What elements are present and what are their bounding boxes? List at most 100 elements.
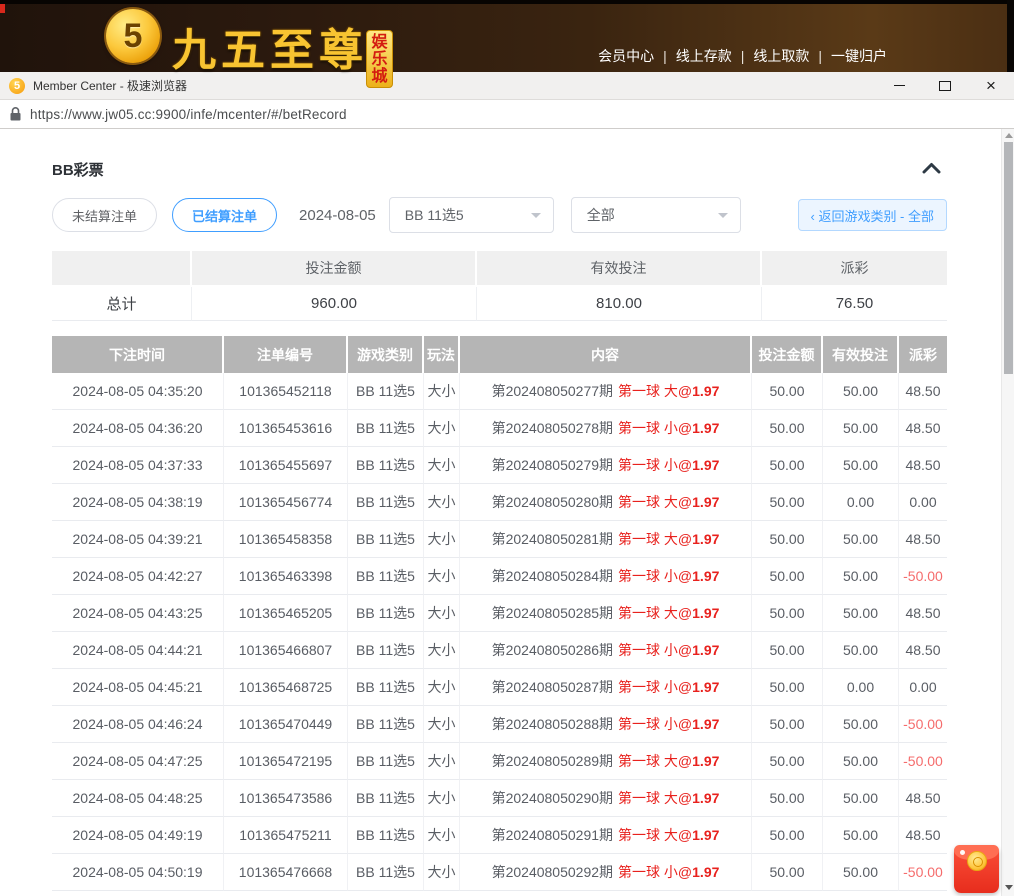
payout-cell: 48.50 — [899, 817, 947, 854]
bet-period: 第202408050290期 — [492, 790, 613, 806]
payout-cell: 48.50 — [899, 410, 947, 447]
bet-odds: 1.97 — [692, 605, 719, 621]
content-cell: 第202408050280期第一球 大@1.97 — [460, 484, 752, 521]
tab-settled-bets[interactable]: 已结算注单 — [172, 198, 277, 232]
chevron-down-icon — [718, 213, 728, 218]
game-category-cell: BB 11选5 — [348, 373, 424, 410]
payout-cell: 48.50 — [899, 447, 947, 484]
nav-one-key-transfer[interactable]: 一键归户 — [831, 48, 887, 64]
lock-icon — [10, 107, 21, 121]
bet-pick: 第一球 小@ — [618, 716, 692, 732]
col-play-type: 玩法 — [424, 336, 460, 373]
bet-time-cell: 2024-08-05 04:46:24 — [52, 706, 224, 743]
gold-coin-icon — [967, 851, 987, 871]
screen: 5 九五至尊 娱乐城 会员中心|线上存款|线上取款|一键归户 5 Member … — [0, 0, 1014, 896]
summary-total-row: 总计 960.00 810.00 76.50 — [52, 287, 947, 321]
site-logo-title: 九五至尊 — [172, 14, 368, 78]
payout-cell: 48.50 — [899, 373, 947, 410]
col-valid-bet: 有效投注 — [823, 336, 899, 373]
play-type-cell: 大小 — [424, 780, 460, 817]
red-notch — [0, 4, 5, 13]
logo-number: 5 — [124, 17, 143, 56]
bet-id-cell: 101365476668 — [224, 854, 348, 891]
minimize-button[interactable] — [876, 72, 922, 99]
bet-period: 第202408050278期 — [492, 420, 613, 436]
tab-unsettled-bets[interactable]: 未结算注单 — [52, 198, 157, 232]
scroll-up-icon[interactable] — [1005, 133, 1013, 138]
summary-header-bet-amount: 投注金额 — [192, 251, 477, 287]
game-select[interactable]: BB 11选5 — [389, 197, 554, 233]
game-category-cell: BB 11选5 — [348, 484, 424, 521]
bet-id-cell: 101365458358 — [224, 521, 348, 558]
bet-id-cell: 101365470449 — [224, 706, 348, 743]
play-type-cell: 大小 — [424, 632, 460, 669]
bet-amount-cell: 50.00 — [752, 854, 823, 891]
play-type-cell: 大小 — [424, 854, 460, 891]
panel-title: BB彩票 — [52, 162, 104, 179]
bet-pick: 第一球 大@ — [618, 827, 692, 843]
game-category-cell: BB 11选5 — [348, 780, 424, 817]
playtype-select[interactable]: 全部 — [571, 197, 741, 233]
valid-bet-cell: 0.00 — [823, 484, 899, 521]
bet-odds: 1.97 — [692, 716, 719, 732]
date-picker-value[interactable]: 2024-08-05 — [299, 207, 376, 224]
nav-separator: | — [663, 48, 667, 64]
maximize-icon — [939, 81, 951, 91]
content-cell: 第202408050278期第一球 小@1.97 — [460, 410, 752, 447]
scroll-down-icon[interactable] — [1005, 885, 1013, 890]
bet-pick: 第一球 小@ — [618, 420, 692, 436]
bet-time-cell: 2024-08-05 04:50:19 — [52, 854, 224, 891]
bet-amount-cell: 50.00 — [752, 780, 823, 817]
close-button[interactable]: × — [968, 72, 1014, 99]
valid-bet-cell: 50.00 — [823, 706, 899, 743]
browser-titlebar: 5 Member Center - 极速浏览器 × — [0, 72, 1014, 100]
bet-id-cell: 101365475211 — [224, 817, 348, 854]
game-category-cell: BB 11选5 — [348, 521, 424, 558]
browser-urlbar: https://www.jw05.cc:9900/infe/mcenter/#/… — [0, 100, 1014, 129]
bet-amount-cell: 50.00 — [752, 669, 823, 706]
payout-cell: 48.50 — [899, 595, 947, 632]
bet-time-cell: 2024-08-05 04:37:33 — [52, 447, 224, 484]
bet-time-cell: 2024-08-05 04:49:19 — [52, 817, 224, 854]
collapse-button[interactable] — [922, 161, 941, 179]
window-controls: × — [876, 72, 1014, 99]
payout-cell: -50.00 — [899, 854, 947, 891]
col-payout: 派彩 — [899, 336, 947, 373]
window-title: Member Center - 极速浏览器 — [33, 77, 187, 94]
play-type-cell: 大小 — [424, 817, 460, 854]
scrollbar-thumb[interactable] — [1004, 142, 1013, 374]
bet-pick: 第一球 大@ — [618, 753, 692, 769]
content-cell: 第202408050285期第一球 大@1.97 — [460, 595, 752, 632]
table-row: 2024-08-05 04:49:19 101365475211 BB 11选5… — [52, 817, 947, 854]
back-to-game-category-button[interactable]: ‹ 返回游戏类别 - 全部 — [798, 199, 948, 231]
valid-bet-cell: 50.00 — [823, 632, 899, 669]
filter-bar: 未结算注单 已结算注单 2024-08-05 BB 11选5 全部 ‹ 返回游戏… — [52, 197, 947, 233]
table-row: 2024-08-05 04:46:24 101365470449 BB 11选5… — [52, 706, 947, 743]
bet-period: 第202408050288期 — [492, 716, 613, 732]
url-input[interactable]: https://www.jw05.cc:9900/infe/mcenter/#/… — [30, 107, 347, 122]
summary-header-row: 投注金额 有效投注 派彩 — [52, 251, 947, 287]
summary-valid-bet: 810.00 — [477, 287, 762, 321]
bet-time-cell: 2024-08-05 04:39:21 — [52, 521, 224, 558]
nav-online-withdraw[interactable]: 线上取款 — [753, 48, 809, 64]
bet-odds: 1.97 — [692, 642, 719, 658]
bet-period: 第202408050279期 — [492, 457, 613, 473]
bet-id-cell: 101365473586 — [224, 780, 348, 817]
bet-pick: 第一球 大@ — [618, 531, 692, 547]
red-envelope-icon[interactable] — [954, 845, 999, 893]
play-type-cell: 大小 — [424, 447, 460, 484]
nav-member-center[interactable]: 会员中心 — [598, 48, 654, 64]
maximize-button[interactable] — [922, 72, 968, 99]
bet-pick: 第一球 小@ — [618, 457, 692, 473]
bet-pick: 第一球 大@ — [618, 383, 692, 399]
scrollbar[interactable] — [1001, 129, 1014, 896]
browser-favicon-icon: 5 — [9, 78, 25, 94]
col-game-category: 游戏类别 — [348, 336, 424, 373]
payout-cell: -50.00 — [899, 706, 947, 743]
play-type-cell: 大小 — [424, 373, 460, 410]
table-row: 2024-08-05 04:47:25 101365472195 BB 11选5… — [52, 743, 947, 780]
valid-bet-cell: 50.00 — [823, 447, 899, 484]
bet-pick: 第一球 大@ — [618, 494, 692, 510]
nav-online-deposit[interactable]: 线上存款 — [676, 48, 732, 64]
content-cell: 第202408050281期第一球 大@1.97 — [460, 521, 752, 558]
